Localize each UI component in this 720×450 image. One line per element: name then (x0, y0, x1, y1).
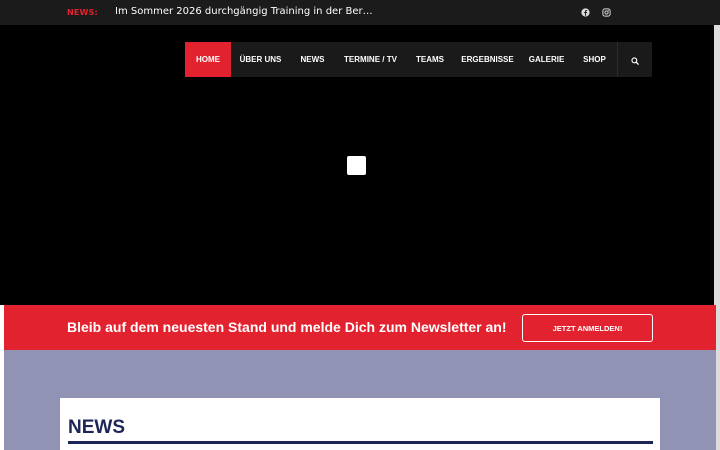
facebook-icon[interactable] (580, 7, 591, 18)
news-ticker-link[interactable]: Im Sommer 2026 durchgängig Training in d… (115, 6, 373, 17)
nav-item-shop[interactable]: SHOP (572, 42, 617, 77)
search-button[interactable] (617, 42, 652, 77)
nav-item-news[interactable]: NEWS (290, 42, 335, 77)
search-icon (631, 50, 639, 69)
main-navigation: HOME ÜBER UNS NEWS TERMINE / TV TEAMS ER… (185, 42, 652, 77)
news-ticker-label: NEWS: (67, 8, 98, 17)
news-section-title: NEWS (68, 417, 125, 438)
news-title-divider (68, 441, 653, 444)
newsletter-text: Bleib auf dem neuesten Stand und melde D… (67, 319, 507, 335)
nav-item-galerie[interactable]: GALERIE (521, 42, 572, 77)
nav-item-home[interactable]: HOME (185, 42, 231, 77)
nav-item-ueber-uns[interactable]: ÜBER UNS (231, 42, 290, 77)
instagram-icon[interactable] (601, 7, 612, 18)
video-loading-indicator (347, 156, 366, 175)
nav-item-termine-tv[interactable]: TERMINE / TV (335, 42, 406, 77)
newsletter-signup-button[interactable]: JETZT ANMELDEN! (522, 314, 653, 342)
nav-item-ergebnisse[interactable]: ERGEBNISSE (454, 42, 521, 77)
top-bar: NEWS: Im Sommer 2026 durchgängig Trainin… (0, 0, 720, 25)
newsletter-banner: Bleib auf dem neuesten Stand und melde D… (4, 305, 716, 350)
news-card: NEWS (60, 398, 660, 450)
nav-item-teams[interactable]: TEAMS (406, 42, 454, 77)
